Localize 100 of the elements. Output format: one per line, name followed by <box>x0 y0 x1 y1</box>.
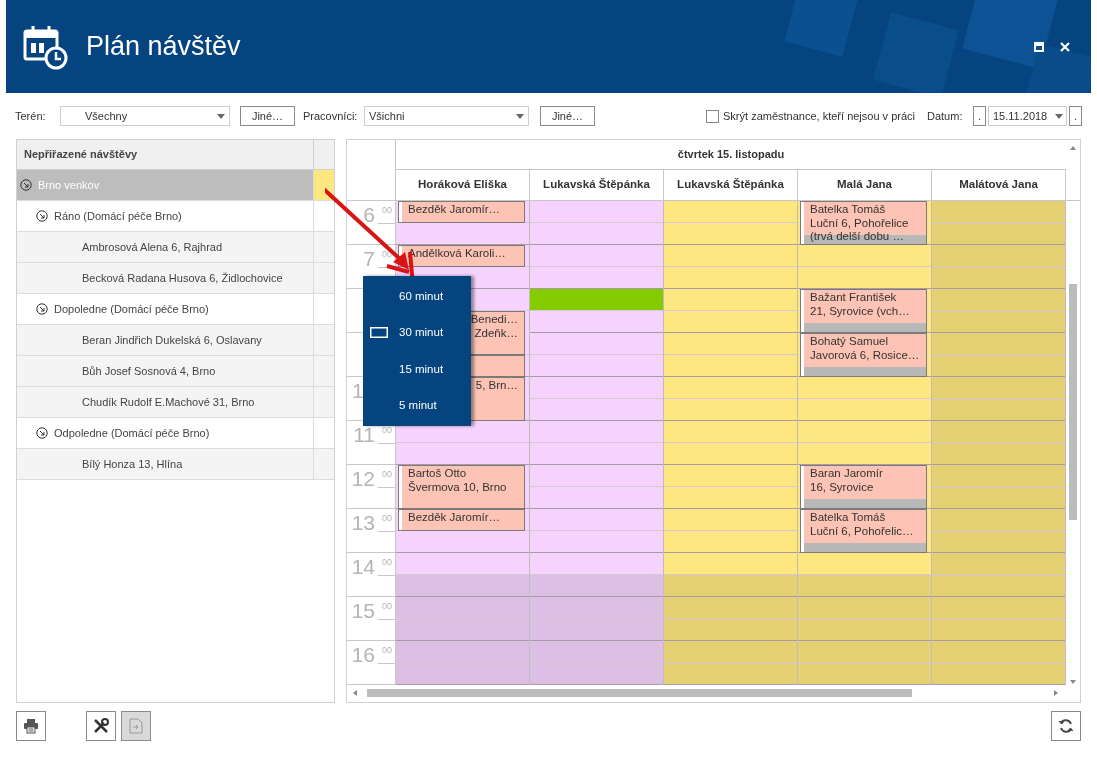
tree-row[interactable]: Bůh Josef Sosnová 4, Brno <box>17 356 313 386</box>
hour-label: 15 <box>351 600 375 621</box>
tree-row[interactable]: Chudík Rudolf E.Machové 31, Brno <box>17 387 313 417</box>
visit-text: Batelka Tomáš <box>810 511 887 525</box>
hour-label: 12 <box>351 468 375 489</box>
tools-icon <box>92 717 110 735</box>
tree-label: Brno venkov <box>38 177 100 193</box>
minute-label: 00 <box>382 514 392 523</box>
scrollbar-thumb[interactable] <box>1068 284 1077 520</box>
dropdown-caret-icon <box>217 113 225 119</box>
minute-label: 00 <box>382 426 392 435</box>
panel-header: Nepřiřazené návštěvy <box>23 147 139 163</box>
next-day-button[interactable]: . <box>1069 106 1082 126</box>
worker-header: Horáková Eliška <box>396 170 530 200</box>
window-title: Plán návštěv <box>86 30 241 64</box>
marked-slot[interactable] <box>530 289 663 311</box>
menu-item[interactable]: 5 minut <box>363 387 471 424</box>
visit-card[interactable]: Batelka Tomáš Luční 6, Pohořelic… <box>800 509 927 553</box>
visit-card[interactable]: Baran Jaromír 16, Syrovice <box>800 465 927 509</box>
visit-text: Benedi… <box>470 313 518 327</box>
tree-row[interactable]: Ambrosová Alena 6, Rajhrad <box>17 232 313 262</box>
teren-select[interactable]: Všechny <box>60 106 230 126</box>
field-label: Terén: <box>15 108 47 124</box>
menu-item[interactable]: 60 minut <box>363 278 471 315</box>
visit-text: Bažant František <box>810 291 898 305</box>
previous-day-button[interactable]: . <box>973 106 986 126</box>
visit-card[interactable]: Bohatý Samuel Javorová 6, Rosice… <box>800 333 927 377</box>
printer-icon <box>23 718 39 734</box>
close-icon <box>1060 41 1070 52</box>
collapse-icon[interactable] <box>36 210 48 222</box>
visit-text: Bezděk Jaromír… <box>408 511 502 525</box>
visit-card[interactable]: Bartoš Otto Švermova 10, Brno <box>398 465 525 509</box>
tree-row[interactable]: Becková Radana Husova 6, Židlochovice <box>17 263 313 293</box>
tree-row[interactable]: Beran Jindřich Dukelská 6, Oslavany <box>17 325 313 355</box>
visit-text: (trvá delší dobu … <box>810 230 905 244</box>
collapse-icon[interactable] <box>36 303 48 315</box>
scroll-left-icon <box>353 690 357 696</box>
maximize-icon <box>1034 41 1044 52</box>
visit-text: Zdeňk… <box>474 326 518 340</box>
hour-label: 14 <box>351 556 375 577</box>
dropdown-caret-icon <box>1055 113 1063 119</box>
visit-text: Andělková Karoli… <box>408 247 507 261</box>
minute-label: 00 <box>382 206 392 215</box>
visit-text: Bezděk Jaromír… <box>408 203 502 217</box>
menu-item[interactable]: 15 minut <box>363 351 471 388</box>
visit-card[interactable]: Batelka Tomáš Luční 6, Pohořelice (trvá delší dobu … <box>800 201 927 245</box>
visit-text: Baran Jaromír <box>810 467 884 481</box>
worker-header: Lukavská Štěpánka <box>664 170 798 200</box>
visit-text: Luční 6, Pohořelic… <box>810 524 915 538</box>
minute-label: 00 <box>382 602 392 611</box>
hour-label: 7 <box>363 248 375 269</box>
horizontal-scrollbar[interactable] <box>353 688 1058 698</box>
scroll-up-icon <box>1069 146 1076 150</box>
tree-label: Becková Radana Husova 6, Židlochovice <box>82 270 283 286</box>
visit-text: Švermova 10, Brno <box>408 480 508 494</box>
maximize-button[interactable] <box>1033 40 1045 53</box>
visit-text: Javorová 6, Rosice… <box>810 348 921 362</box>
tree-label: Bílý Honza 13, Hlína <box>82 456 183 472</box>
tree-label: Dopoledne (Domácí péče Brno) <box>54 301 209 317</box>
collapse-icon[interactable] <box>36 427 48 439</box>
checkbox[interactable] <box>706 109 720 123</box>
hour-label: 1 <box>352 380 364 401</box>
visit-card[interactable]: Andělková Karoli… <box>398 245 525 267</box>
visit-text: Bohatý Samuel <box>810 335 889 349</box>
dropdown-caret-icon <box>516 113 524 119</box>
field-label: Pracovníci: <box>303 108 359 124</box>
other-button[interactable]: Jiné… <box>540 106 595 126</box>
hour-label: 16 <box>351 644 375 665</box>
hour-label: 13 <box>351 512 375 533</box>
tree-label: Beran Jindřich Dukelská 6, Oslavany <box>82 332 262 348</box>
tree-label: Bůh Josef Sosnová 4, Brno <box>82 363 216 379</box>
visit-text: 21, Syrovice (vch… <box>810 304 911 318</box>
scroll-right-icon <box>1054 690 1058 696</box>
collapse-icon[interactable] <box>20 179 32 191</box>
hour-label: 11 <box>353 424 375 445</box>
close-button[interactable] <box>1059 40 1071 53</box>
visit-text: Luční 6, Pohořelice <box>810 216 910 230</box>
refresh-button[interactable] <box>1051 711 1081 741</box>
other-button[interactable]: Jiné… <box>240 106 295 126</box>
menu-item[interactable]: 30 minut <box>363 314 471 351</box>
hour-label: 6 <box>363 204 375 225</box>
scrollbar-thumb[interactable] <box>367 689 912 697</box>
date-field[interactable]: 15.11.2018 <box>988 106 1067 126</box>
minute-label: 00 <box>382 646 392 655</box>
worker-header: Malá Jana <box>798 170 932 200</box>
tree-row[interactable]: Bílý Honza 13, Hlína <box>17 449 313 479</box>
day-header: čtvrtek 15. listopadu <box>396 140 1066 170</box>
visit-card[interactable]: Bezděk Jaromír… <box>398 509 525 531</box>
minute-label: 00 <box>382 558 392 567</box>
print-button[interactable] <box>16 711 46 741</box>
visit-text: Bartoš Otto <box>408 467 468 481</box>
tree-label: Chudík Rudolf E.Machové 31, Brno <box>82 394 255 410</box>
workers-select[interactable]: Všichni <box>364 106 529 126</box>
tools-button[interactable] <box>86 711 116 741</box>
tree-label: Odpoledne (Domácí péče Brno) <box>54 425 210 441</box>
visit-card[interactable]: Bažant František 21, Syrovice (vch… <box>800 289 927 333</box>
vertical-scrollbar[interactable] <box>1068 146 1077 684</box>
worker-header: Malátová Jana <box>932 170 1066 200</box>
field-label: Datum: <box>927 108 964 124</box>
visit-card[interactable]: Bezděk Jaromír… <box>398 201 525 223</box>
